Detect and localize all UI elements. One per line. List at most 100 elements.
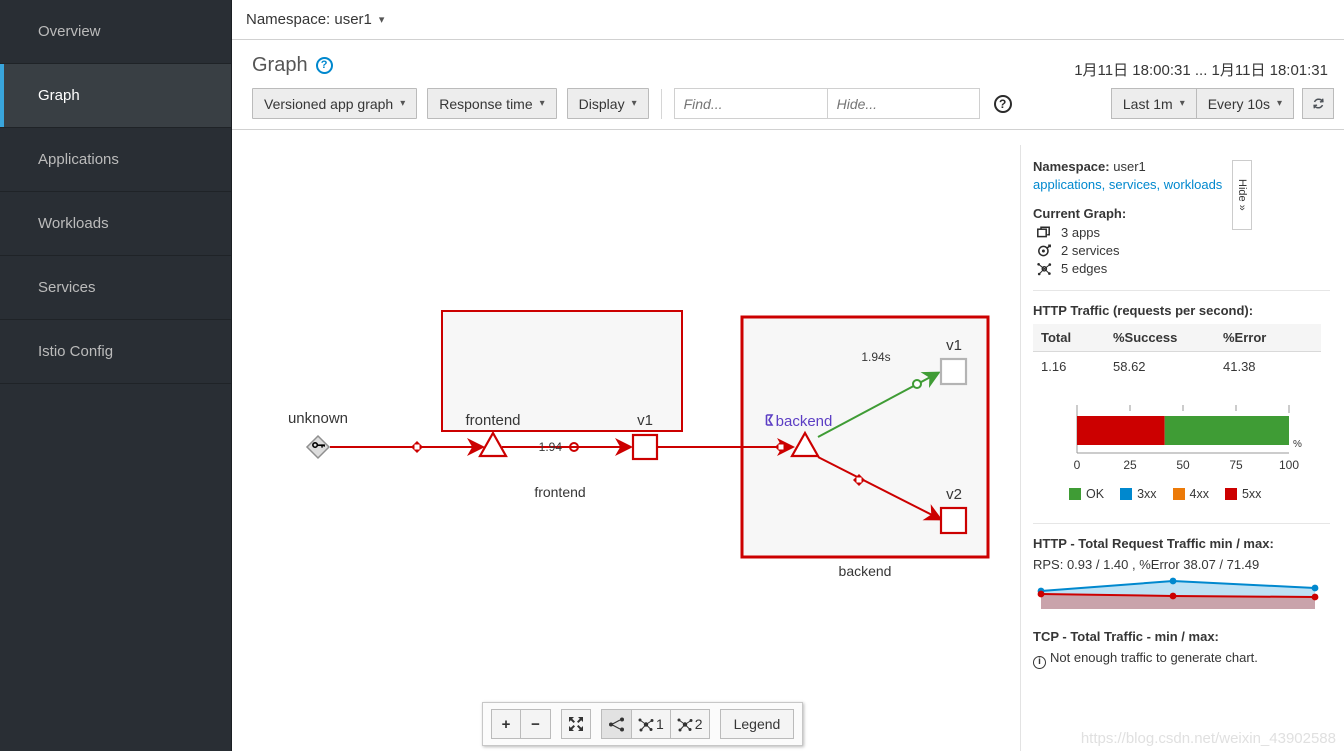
sidebar-item-label: Services xyxy=(38,279,96,296)
legend-button[interactable]: Legend xyxy=(719,709,795,739)
edge-metric-label: Response time xyxy=(439,95,533,112)
edge-label-frontend-v1: 1.94 xyxy=(539,440,563,454)
find-input[interactable] xyxy=(673,88,827,119)
bar-segment-5xx xyxy=(1077,416,1165,445)
zoom-in-button[interactable]: + xyxy=(491,709,521,739)
edge-response-marker-green xyxy=(912,379,922,389)
node-label-backend-v2: v2 xyxy=(946,486,962,503)
tcp-title: TCP - Total Traffic - min / max: xyxy=(1033,629,1219,644)
node-unknown[interactable]: unknown xyxy=(288,410,348,460)
fit-to-screen-button[interactable] xyxy=(561,709,591,739)
bar-tick-0: 0 xyxy=(1074,458,1081,472)
hide-input[interactable] xyxy=(826,88,980,119)
legend-label-4xx: 4xx xyxy=(1189,487,1209,501)
edge-label-backend-v1: 1.94s xyxy=(861,350,890,364)
tcp-empty-message: i Not enough traffic to generate chart. xyxy=(1033,650,1330,669)
watermark: https://blog.csdn.net/weixin_43902588 xyxy=(1080,730,1336,747)
group-label-frontend: frontend xyxy=(534,484,585,500)
sidebar-item-label: Applications xyxy=(38,151,119,168)
services-icon xyxy=(1038,244,1051,256)
node-label-unknown: unknown xyxy=(288,410,348,427)
chevron-down-icon: ▾ xyxy=(378,14,385,26)
sidebar-item-label: Overview xyxy=(38,23,101,40)
sidebar-item-workloads[interactable]: Workloads xyxy=(0,192,231,256)
http-traffic-title: HTTP Traffic (requests per second): xyxy=(1033,303,1254,318)
sidebar-item-services[interactable]: Services xyxy=(0,256,231,320)
namespace-bar: Namespace: user1 ▾ xyxy=(232,0,1344,40)
stat-services: 2 services xyxy=(1037,243,1330,258)
fit-screen-icon xyxy=(569,717,583,731)
http-traffic-table: Total %Success %Error 1.16 58.62 41.38 xyxy=(1033,324,1321,381)
time-controls: Last 1m ▾ Every 10s ▾ xyxy=(1110,88,1294,119)
table-header-row: Total %Success %Error xyxy=(1033,324,1321,352)
info-icon: i xyxy=(1033,655,1046,669)
refresh-interval-dropdown[interactable]: Every 10s ▾ xyxy=(1196,88,1294,119)
date-range-label: 1月11日 18:00:31 ... 1月11日 18:01:31 xyxy=(1074,62,1328,79)
group-label-backend: backend xyxy=(839,563,892,579)
summary-links[interactable]: applications, services, workloads xyxy=(1033,177,1330,192)
edge-marker-inner xyxy=(414,444,420,450)
node-label-backend-v1: v1 xyxy=(946,337,962,354)
apps-icon xyxy=(1037,226,1050,237)
bar-tick-75: 75 xyxy=(1229,458,1243,472)
summary-namespace-label: Namespace: xyxy=(1033,159,1110,174)
graph-type-dropdown[interactable]: Versioned app graph ▾ xyxy=(252,88,418,119)
legend-label-5xx: 5xx xyxy=(1241,487,1262,501)
legend-label-3xx: 3xx xyxy=(1137,487,1157,501)
legend-label-ok: OK xyxy=(1086,487,1105,501)
graph-tools-toolbar: + − 1 2 Legend xyxy=(482,702,804,746)
help-icon[interactable]: ? xyxy=(315,57,333,74)
th-success: %Success xyxy=(1105,324,1215,352)
edge-marker-inner-2 xyxy=(778,444,784,450)
node-frontend-app[interactable]: frontend xyxy=(465,412,521,458)
layout-1-button[interactable]: 1 xyxy=(632,709,671,739)
layout-2-button[interactable]: 2 xyxy=(670,709,710,739)
hide-side-panel-tab[interactable]: Hide » xyxy=(1232,160,1252,230)
fit-group xyxy=(561,709,591,739)
panel-divider-1 xyxy=(1033,290,1330,291)
chevron-down-icon: ▾ xyxy=(1276,98,1282,109)
legend-swatch-5xx xyxy=(1224,488,1237,500)
sidebar-item-overview[interactable]: Overview xyxy=(0,0,231,64)
legend-item-3xx[interactable]: 3xx xyxy=(1120,487,1157,501)
page-header: Graph ? 1月11日 18:00:31 ... 1月11日 18:01:3… xyxy=(232,40,1344,80)
layout-2-label: 2 xyxy=(694,716,703,732)
node-label-frontend-app: frontend xyxy=(465,412,520,429)
sidebar-item-graph[interactable]: Graph xyxy=(0,64,231,128)
graph-toolbar: Versioned app graph ▾ Response time ▾ Di… xyxy=(232,80,1344,130)
duration-dropdown[interactable]: Last 1m ▾ xyxy=(1110,88,1197,119)
sidebar-item-istio-config[interactable]: Istio Config xyxy=(0,320,231,384)
display-dropdown[interactable]: Display ▾ xyxy=(566,88,649,119)
legend-item-ok[interactable]: OK xyxy=(1069,487,1104,501)
sidebar-item-label: Workloads xyxy=(38,215,109,232)
refresh-button[interactable] xyxy=(1302,88,1334,119)
namespace-dropdown-label: Namespace: user1 xyxy=(246,11,372,28)
sparkline-svg xyxy=(1037,577,1319,609)
layout-cola-icon xyxy=(677,718,693,731)
sparkline-point-rps xyxy=(1169,577,1177,585)
edge-metric-dropdown[interactable]: Response time ▾ xyxy=(427,88,557,119)
find-hide-help-icon[interactable]: ? xyxy=(993,94,1012,113)
namespace-dropdown[interactable]: Namespace: user1 ▾ xyxy=(246,11,384,28)
sidebar-item-applications[interactable]: Applications xyxy=(0,128,231,192)
edges-icon xyxy=(1037,262,1052,275)
zoom-out-button[interactable]: − xyxy=(521,709,551,739)
sparkline-point-error xyxy=(1169,592,1177,600)
th-total: Total xyxy=(1033,324,1105,352)
duration-label: Last 1m xyxy=(1122,95,1173,112)
sparkline-point-error xyxy=(1311,593,1319,601)
edge-marker-inner-3 xyxy=(856,477,862,483)
page-title: Graph ? xyxy=(252,54,333,77)
legend-swatch-4xx xyxy=(1172,488,1185,500)
legend-item-4xx[interactable]: 4xx xyxy=(1172,487,1209,501)
td-error: 41.38 xyxy=(1223,359,1256,374)
current-graph-title: Current Graph: xyxy=(1033,206,1127,221)
layout-group: 1 2 xyxy=(601,709,710,739)
traffic-bar-svg: % 0 25 50 75 100 xyxy=(1074,405,1302,472)
legend-label: Legend xyxy=(733,716,781,732)
chevron-down-icon: ▾ xyxy=(539,98,545,109)
http-sparkline-chart xyxy=(1033,576,1330,617)
layout-default-button[interactable] xyxy=(601,709,632,739)
td-total: 1.16 xyxy=(1041,359,1067,374)
legend-item-5xx[interactable]: 5xx xyxy=(1224,487,1262,501)
